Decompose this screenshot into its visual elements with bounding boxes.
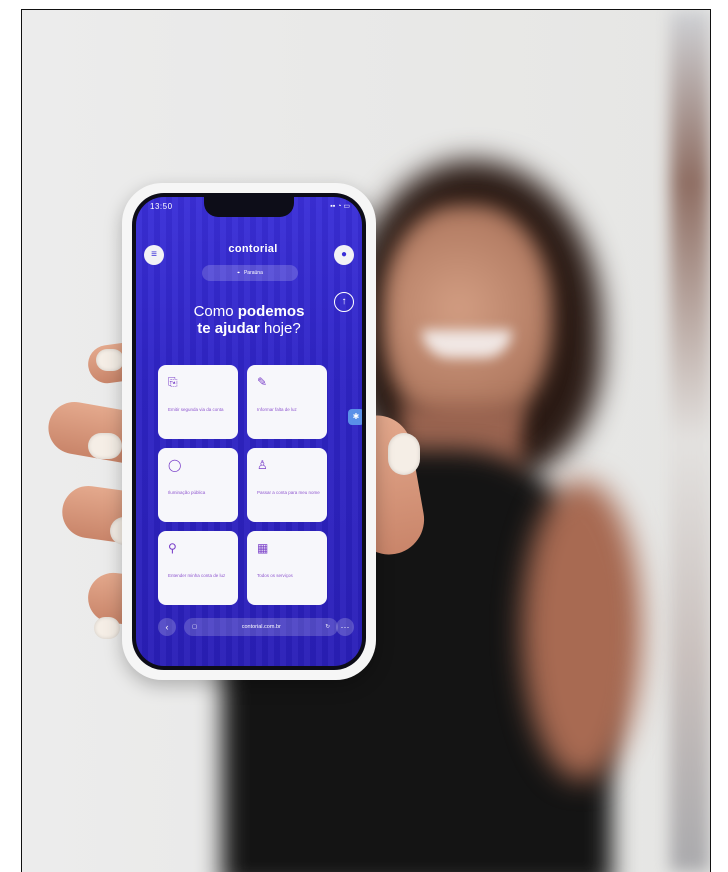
chevron-left-icon: ‹ xyxy=(165,622,169,632)
menu-icon: ≡ xyxy=(151,249,157,260)
chat-icon: ✱ xyxy=(352,412,360,421)
service-card[interactable]: ♙ Passar a conta para meu nome xyxy=(247,448,327,522)
service-card[interactable]: ◯ Iluminação pública xyxy=(158,448,238,522)
app-logo: contorial xyxy=(228,243,278,255)
back-button[interactable]: ‹ xyxy=(158,618,176,636)
headline-bold-2: te ajudar xyxy=(197,320,260,337)
service-card-label: Informar falta de luz xyxy=(257,407,297,412)
photo-frame: 13:50 ▪▪ ◔ ▭ ≡ contorial ● ⌖ Paraúna ↑ C… xyxy=(0,0,728,872)
headline-prefix: Como xyxy=(193,303,234,320)
more-button[interactable]: ··· xyxy=(336,618,354,636)
user-icon: ● xyxy=(340,249,348,260)
service-card[interactable]: ✎ Informar falta de luz xyxy=(247,365,327,439)
services-grid: ⎘ Emitir segunda via da conta ✎ Informar… xyxy=(158,365,330,605)
service-card-label: Todos os serviços xyxy=(257,573,293,578)
service-card-label: Iluminação pública xyxy=(168,490,206,495)
phone-bezel: 13:50 ▪▪ ◔ ▭ ≡ contorial ● ⌖ Paraúna ↑ C… xyxy=(132,193,366,670)
smartphone: 13:50 ▪▪ ◔ ▭ ≡ contorial ● ⌖ Paraúna ↑ C… xyxy=(122,183,376,680)
grid-icon: ▦ xyxy=(257,541,269,555)
chat-badge-button[interactable]: ✱ xyxy=(348,409,362,425)
finger-nail-2 xyxy=(88,433,122,459)
lightbulb-icon: ◯ xyxy=(168,458,182,472)
status-time: 13:50 xyxy=(150,202,173,211)
headline-suffix: hoje? xyxy=(264,320,301,337)
phone-notch xyxy=(204,197,294,217)
url-text: contorial.com.br xyxy=(241,624,281,630)
wrench-icon: ✎ xyxy=(257,375,268,389)
service-card[interactable]: ⎘ Emitir segunda via da conta xyxy=(158,365,238,439)
person-shoulder xyxy=(522,480,642,780)
frame-border-right xyxy=(710,9,711,872)
service-card-label: Emitir segunda via da conta xyxy=(168,407,224,412)
document-icon: ⎘ xyxy=(168,375,178,389)
people-icon: ♙ xyxy=(257,458,268,472)
service-card-label: Entender minha conta de luz xyxy=(168,573,226,578)
person-smile xyxy=(422,330,512,358)
address-bar[interactable]: ▢ contorial.com.br ↻ xyxy=(184,618,338,636)
headline-bold-1: podemos xyxy=(237,303,305,320)
service-card[interactable]: ▦ Todos os serviços xyxy=(247,531,327,605)
status-icons: ▪▪ ◔ ▭ xyxy=(330,203,350,210)
menu-button[interactable]: ≡ xyxy=(144,245,164,265)
finger-nail-1 xyxy=(96,349,124,371)
tabs-icon: ▢ xyxy=(192,624,198,630)
thumb-nail xyxy=(388,433,420,475)
finger-nail-4 xyxy=(94,617,120,639)
location-selector[interactable]: ⌖ Paraúna xyxy=(202,265,298,281)
pin-icon: ⚲ xyxy=(168,541,177,555)
service-card[interactable]: ⚲ Entender minha conta de luz xyxy=(158,531,238,605)
reload-icon: ↻ xyxy=(325,624,330,630)
location-pin-icon: ⌖ xyxy=(237,270,240,276)
browser-bar: ‹ ▢ contorial.com.br ↻ xyxy=(158,615,338,639)
profile-button[interactable]: ● xyxy=(334,245,354,265)
blurred-background-right xyxy=(670,10,710,872)
more-icon: ··· xyxy=(340,622,350,632)
service-card-label: Passar a conta para meu nome xyxy=(257,490,320,495)
phone-screen: 13:50 ▪▪ ◔ ▭ ≡ contorial ● ⌖ Paraúna ↑ C… xyxy=(136,197,362,666)
headline: Como podemos te ajudar hoje? xyxy=(136,303,362,337)
location-label: Paraúna xyxy=(243,270,263,276)
